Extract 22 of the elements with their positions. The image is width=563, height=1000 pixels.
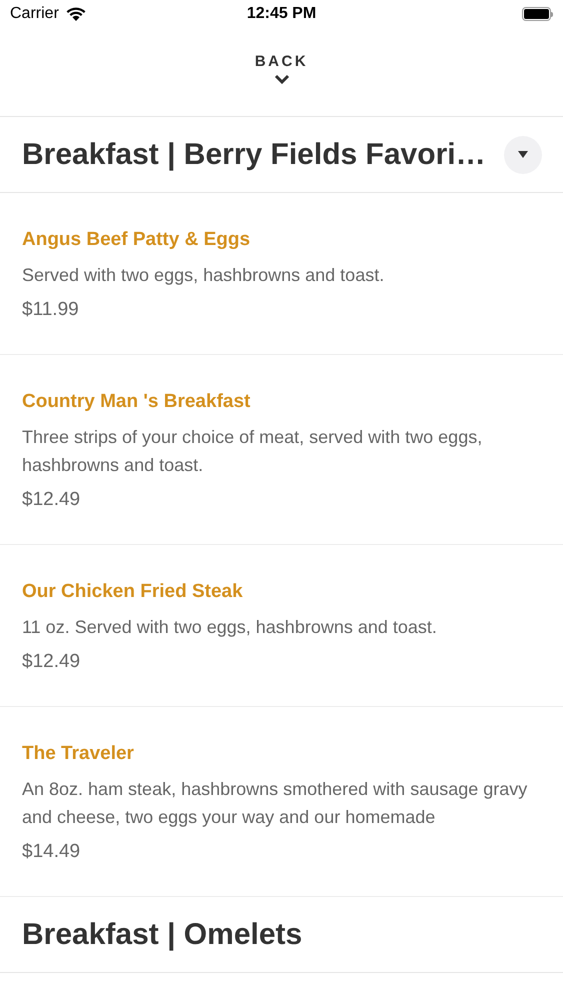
item-price: $12.49 xyxy=(22,488,82,512)
item-name[interactable]: The Traveler xyxy=(22,740,543,768)
caret-down-icon xyxy=(518,151,528,158)
item-description: Served with two eggs, hashbrowns and toast. xyxy=(22,264,386,287)
item-description: An 8oz. ham steak, hashbrowns smothered with sausage gravy and cheese, two eggs your way and our homemade xyxy=(22,778,528,829)
wifi-icon xyxy=(64,6,87,22)
item-name[interactable]: Angus Beef Patty & Eggs xyxy=(22,226,543,254)
item-price: $12.49 xyxy=(22,650,82,674)
item-description: 11 oz. Served with two eggs, hashbrowns and toast. xyxy=(22,616,438,639)
battery-icon xyxy=(522,7,553,21)
carrier-label: Carrier xyxy=(10,4,59,24)
item-name[interactable]: Our Chicken Fried Steak xyxy=(22,578,543,606)
item-price: $11.99 xyxy=(22,298,80,322)
item-description: Three strips of your choice of meat, served with two eggs, hashbrowns and toast. xyxy=(22,426,484,477)
section-header[interactable]: Breakfast | Omelets xyxy=(0,897,563,973)
chevron-down-icon xyxy=(274,74,290,84)
clock-time: 12:45 PM xyxy=(246,4,316,24)
section-header[interactable]: Breakfast | Berry Fields Favori… xyxy=(0,117,563,193)
item-name[interactable]: Country Man 's Breakfast xyxy=(22,388,543,416)
item-price: $14.49 xyxy=(22,840,82,864)
back-button[interactable]: BACK xyxy=(254,28,308,116)
dropdown-toggle[interactable] xyxy=(504,136,542,174)
